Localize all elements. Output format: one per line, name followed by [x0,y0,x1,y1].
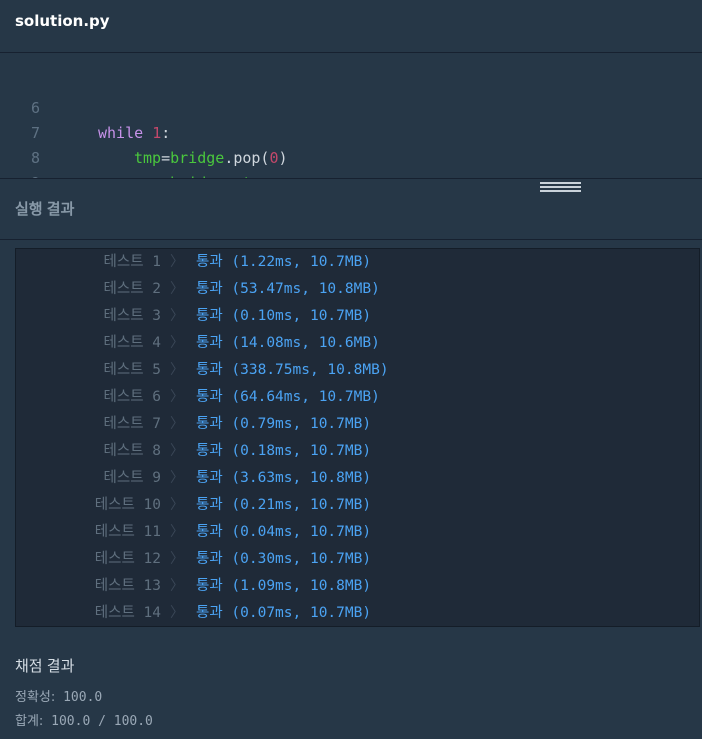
test-row: 테스트 10 〉 통과 (0.21ms, 10.7MB) [16,492,699,519]
test-result: 통과 (0.79ms, 10.7MB) [196,416,372,432]
chevron-right-icon: 〉 [170,605,184,621]
test-result: 통과 (0.30ms, 10.7MB) [196,551,372,567]
test-result: 통과 (0.10ms, 10.7MB) [196,308,372,324]
total-line: 합계: 100.0 / 100.0 [15,710,153,729]
chevron-right-icon: 〉 [170,578,184,594]
test-row: 테스트 9 〉 통과 (3.63ms, 10.8MB) [16,465,699,492]
chevron-right-icon: 〉 [170,416,184,432]
accuracy-line: 정확성: 100.0 [15,686,102,705]
chevron-right-icon: 〉 [170,389,184,405]
chevron-right-icon: 〉 [170,335,184,351]
test-row: 테스트 2 〉 통과 (53.47ms, 10.8MB) [16,276,699,303]
test-result: 통과 (0.07ms, 10.7MB) [196,605,372,621]
test-result: 통과 (64.64ms, 10.7MB) [196,389,380,405]
test-label: 테스트 11 [94,524,161,540]
code-line: 7 tmp=bridge.pop(0) [0,96,702,167]
test-row: 테스트 3 〉 통과 (0.10ms, 10.7MB) [16,303,699,330]
code-line: 9 if len(trucks)!=0 and sum_bridge+truck… [0,146,702,178]
total-value: 100.0 / 100.0 [51,714,153,729]
chevron-right-icon: 〉 [170,524,184,540]
test-results-panel: 테스트 1 〉 통과 (1.22ms, 10.7MB) 테스트 2 〉 통과 (… [15,248,700,627]
test-label: 테스트 13 [94,578,161,594]
test-result: 통과 (1.22ms, 10.7MB) [196,254,372,270]
test-row: 테스트 6 〉 통과 (64.64ms, 10.7MB) [16,384,699,411]
test-label: 테스트 4 [103,335,161,351]
chevron-right-icon: 〉 [170,497,184,513]
chevron-right-icon: 〉 [170,281,184,297]
test-row: 테스트 8 〉 통과 (0.18ms, 10.7MB) [16,438,699,465]
test-label: 테스트 6 [103,389,161,405]
chevron-right-icon: 〉 [170,551,184,567]
test-label: 테스트 5 [103,362,161,378]
chevron-right-icon: 〉 [170,254,184,270]
test-label: 테스트 3 [103,308,161,324]
test-label: 테스트 8 [103,443,161,459]
test-row: 테스트 13 〉 통과 (1.09ms, 10.8MB) [16,573,699,600]
test-result: 통과 (338.75ms, 10.8MB) [196,362,389,378]
result-title: 실행 결과 [15,201,75,218]
file-header: solution.py [0,0,702,53]
chevron-right-icon: 〉 [170,443,184,459]
chevron-right-icon: 〉 [170,308,184,324]
test-result: 통과 (3.63ms, 10.8MB) [196,470,372,486]
test-result: 통과 (0.04ms, 10.7MB) [196,524,372,540]
code-line: 8 sum_bridge-=tmp [0,121,702,178]
grading-view: solution.py 6 while 1: 7 tmp=bridge.pop(… [0,0,702,739]
test-label: 테스트 2 [103,281,161,297]
total-label: 합계: [15,714,44,729]
test-row: 테스트 4 〉 통과 (14.08ms, 10.6MB) [16,330,699,357]
accuracy-value: 100.0 [63,690,103,705]
test-row: 테스트 12 〉 통과 (0.30ms, 10.7MB) [16,546,699,573]
test-result: 통과 (0.18ms, 10.7MB) [196,443,372,459]
file-name: solution.py [15,12,110,30]
code-text: sum_bridge-=tmp [134,171,269,178]
test-row: 테스트 1 〉 통과 (1.22ms, 10.7MB) [16,249,699,276]
test-result: 통과 (1.09ms, 10.8MB) [196,578,372,594]
code-line: 6 while 1: [0,71,702,142]
test-row: 테스트 5 〉 통과 (338.75ms, 10.8MB) [16,357,699,384]
test-label: 테스트 1 [103,254,161,270]
chevron-right-icon: 〉 [170,362,184,378]
line-number: 9 [18,171,40,178]
chevron-right-icon: 〉 [170,470,184,486]
test-result: 통과 (53.47ms, 10.8MB) [196,281,380,297]
accuracy-label: 정확성: [15,690,56,705]
test-label: 테스트 9 [103,470,161,486]
test-label: 테스트 12 [94,551,161,567]
test-label: 테스트 7 [103,416,161,432]
test-label: 테스트 10 [94,497,161,513]
test-result: 통과 (14.08ms, 10.6MB) [196,335,380,351]
scoring-title: 채점 결과 [15,658,75,675]
code-editor[interactable]: 6 while 1: 7 tmp=bridge.pop(0) 8 sum_bri… [0,53,702,178]
test-result: 통과 (0.21ms, 10.7MB) [196,497,372,513]
test-row: 테스트 7 〉 통과 (0.79ms, 10.7MB) [16,411,699,438]
test-row: 테스트 14 〉 통과 (0.07ms, 10.7MB) [16,600,699,627]
test-label: 테스트 14 [94,605,161,621]
result-header: 실행 결과 [0,179,702,240]
resize-handle[interactable] [540,182,581,194]
test-row: 테스트 11 〉 통과 (0.04ms, 10.7MB) [16,519,699,546]
